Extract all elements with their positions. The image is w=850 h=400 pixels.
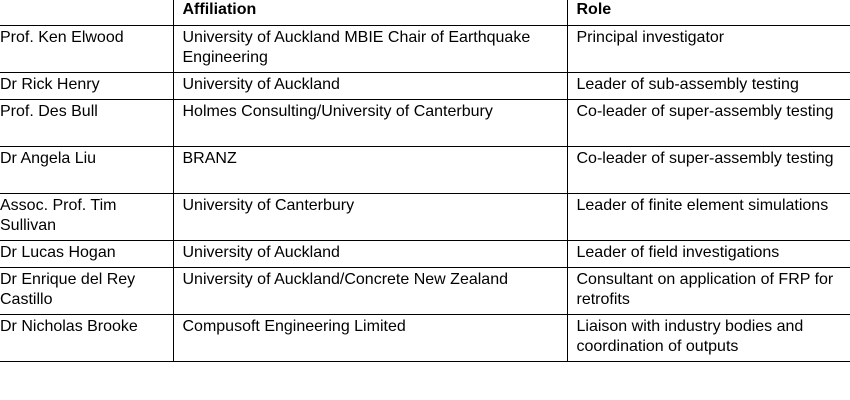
cell-name: Dr Rick Henry	[0, 72, 174, 100]
table-row: Prof. Ken Elwood University of Auckland …	[0, 25, 850, 73]
header-affiliation: Affiliation	[172, 0, 568, 26]
cell-affiliation: Holmes Consulting/University of Canterbu…	[172, 99, 568, 147]
cell-affiliation: University of Auckland	[172, 240, 568, 268]
cell-role: Leader of sub-assembly testing	[566, 72, 850, 100]
table-row: Prof. Des Bull Holmes Consulting/Univers…	[0, 99, 850, 147]
cell-role: Consultant on application of FRP for ret…	[566, 267, 850, 315]
cell-name: Prof. Ken Elwood	[0, 25, 174, 73]
table-row: Assoc. Prof. Tim Sullivan University of …	[0, 193, 850, 241]
research-team-table: Affiliation Role Prof. Ken Elwood Univer…	[0, 0, 850, 362]
cell-affiliation: BRANZ	[172, 146, 568, 194]
cell-role: Co-leader of super-assembly testing	[566, 146, 850, 194]
cell-role: Leader of finite element simulations	[566, 193, 850, 241]
cell-name: Prof. Des Bull	[0, 99, 174, 147]
table-row: Dr Nicholas Brooke Compusoft Engineering…	[0, 314, 850, 362]
header-name	[0, 0, 174, 26]
cell-affiliation: University of Auckland	[172, 72, 568, 100]
table-row: Dr Rick Henry University of Auckland Lea…	[0, 72, 850, 100]
cell-name: Dr Enrique del Rey Castillo	[0, 267, 174, 315]
cell-affiliation: University of Canterbury	[172, 193, 568, 241]
table-row: Dr Enrique del Rey Castillo University o…	[0, 267, 850, 315]
table-row: Dr Angela Liu BRANZ Co-leader of super-a…	[0, 146, 850, 194]
table-header-row: Affiliation Role	[0, 0, 850, 26]
table-row: Dr Lucas Hogan University of Auckland Le…	[0, 240, 850, 268]
cell-name: Dr Angela Liu	[0, 146, 174, 194]
cell-role: Principal investigator	[566, 25, 850, 73]
cell-name: Assoc. Prof. Tim Sullivan	[0, 193, 174, 241]
cell-affiliation: University of Auckland MBIE Chair of Ear…	[172, 25, 568, 73]
cell-role: Liaison with industry bodies and coordin…	[566, 314, 850, 362]
cell-role: Co-leader of super-assembly testing	[566, 99, 850, 147]
cell-role: Leader of field investigations	[566, 240, 850, 268]
cell-affiliation: Compusoft Engineering Limited	[172, 314, 568, 362]
cell-affiliation: University of Auckland/Concrete New Zeal…	[172, 267, 568, 315]
header-role: Role	[566, 0, 850, 26]
cell-name: Dr Lucas Hogan	[0, 240, 174, 268]
cell-name: Dr Nicholas Brooke	[0, 314, 174, 362]
